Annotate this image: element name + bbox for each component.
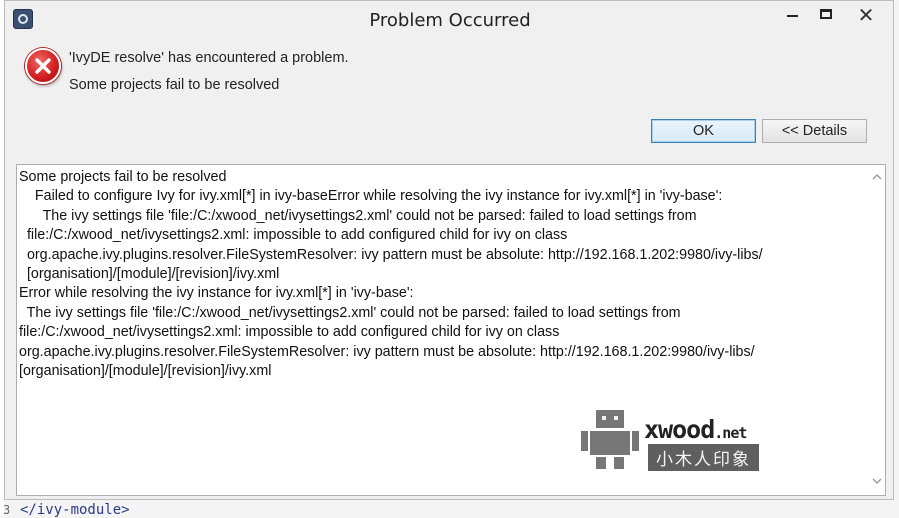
- details-text: Some projects fail to be resolved Failed…: [19, 168, 859, 381]
- details-line: org.apache.ivy.plugins.resolver.FileSyst…: [19, 246, 763, 263]
- watermark: xwood.net 小木人印象: [580, 409, 780, 479]
- watermark-brand-name: xwood: [644, 415, 715, 444]
- maximize-icon: [820, 9, 832, 19]
- details-line: [organisation]/[module]/[revision]/ivy.x…: [19, 266, 280, 283]
- details-line: [organisation]/[module]/[revision]/ivy.x…: [19, 363, 272, 380]
- title-bar[interactable]: Problem Occurred ✕: [5, 1, 893, 39]
- ok-button[interactable]: OK: [651, 119, 756, 143]
- watermark-brand: xwood.net: [644, 415, 747, 444]
- watermark-chinese-text: 小木人印象: [648, 444, 759, 471]
- robot-icon: [581, 410, 639, 469]
- window-title: Problem Occurred: [369, 10, 531, 31]
- watermark-brand-tld: .net: [714, 424, 747, 442]
- details-line: The ivy settings file 'file:/C:/xwood_ne…: [19, 207, 697, 224]
- minimize-icon: [787, 15, 798, 17]
- chevron-up-icon[interactable]: [868, 169, 885, 186]
- details-line: file:/C:/xwood_net/ivysettings2.xml: imp…: [19, 324, 560, 341]
- editor-line-number: 3: [3, 503, 11, 517]
- close-button[interactable]: ✕: [843, 1, 889, 29]
- details-line: The ivy settings file 'file:/C:/xwood_ne…: [19, 304, 681, 321]
- details-line: org.apache.ivy.plugins.resolver.FileSyst…: [19, 343, 755, 360]
- error-message-summary: Some projects fail to be resolved: [69, 77, 280, 93]
- details-line: Some projects fail to be resolved: [19, 169, 227, 185]
- details-line: Failed to configure Ivy for ivy.xml[*] i…: [19, 188, 723, 205]
- chevron-down-icon[interactable]: [868, 474, 885, 491]
- maximize-button[interactable]: [809, 1, 843, 29]
- error-message-title: 'IvyDE resolve' has encountered a proble…: [69, 50, 349, 66]
- minimize-button[interactable]: [775, 1, 809, 29]
- problem-dialog: Problem Occurred ✕ 'IvyDE resolve' has e…: [4, 0, 894, 500]
- details-line: Error while resolving the ivy instance f…: [19, 285, 414, 302]
- details-line: file:/C:/xwood_net/ivysettings2.xml: imp…: [19, 227, 568, 244]
- details-scrollbar[interactable]: [868, 165, 885, 495]
- details-toggle-button[interactable]: << Details: [762, 119, 867, 143]
- error-icon: [25, 48, 61, 84]
